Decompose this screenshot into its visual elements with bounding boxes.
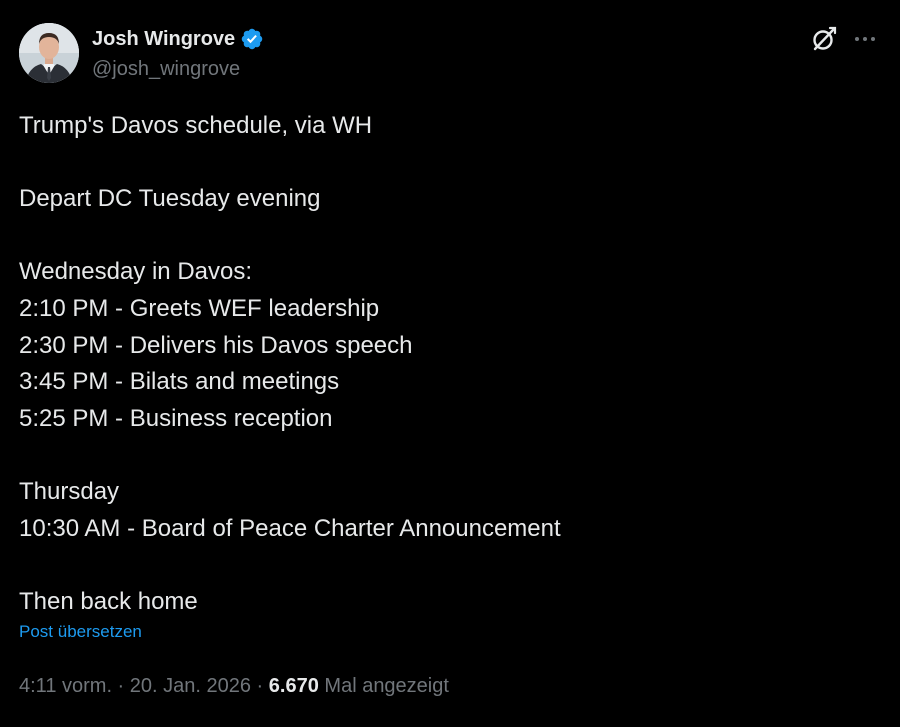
tweet-line: 2:10 PM - Greets WEF leadership — [19, 294, 380, 322]
verified-badge-icon[interactable] — [240, 27, 264, 51]
tweet-line: 3:45 PM - Bilats and meetings — [19, 368, 340, 396]
tweet-line: 10:30 AM - Board of Peace Charter Announ… — [19, 514, 561, 542]
avatar[interactable] — [19, 23, 79, 83]
post-date[interactable]: 20. Jan. 2026 — [130, 675, 251, 697]
tweet-line: Depart DC Tuesday evening — [19, 185, 321, 213]
tweet-line: Trump's Davos schedule, via WH — [19, 112, 373, 139]
tweet-line: Then back home — [19, 587, 198, 615]
tweet-meta: 4:11 vorm. · 20. Jan. 2026 · 6.670 Mal a… — [19, 675, 449, 698]
more-options-icon[interactable] — [852, 28, 878, 50]
tweet-line: Wednesday in Davos: — [19, 258, 253, 286]
grok-icon[interactable] — [810, 25, 838, 53]
tweet-line: 2:30 PM - Delivers his Davos speech — [19, 331, 413, 359]
meta-separator: · — [251, 675, 269, 697]
handle[interactable]: @josh_wingrove — [92, 58, 240, 81]
views-count[interactable]: 6.670 — [269, 675, 319, 697]
name-row: Josh Wingrove — [92, 27, 264, 51]
meta-separator: · — [112, 675, 130, 697]
views-label[interactable]: Mal angezeigt — [324, 675, 449, 697]
profile-photo-icon — [19, 23, 79, 83]
tweet-card: Josh Wingrove @josh_wingrove Trump's Dav… — [0, 0, 900, 727]
tweet-line: 5:25 PM - Business reception — [19, 404, 333, 432]
translate-post-link[interactable]: Post übersetzen — [19, 622, 142, 642]
display-name[interactable]: Josh Wingrove — [92, 28, 235, 51]
post-time[interactable]: 4:11 vorm. — [19, 675, 112, 697]
tweet-line: Thursday — [19, 477, 120, 505]
tweet-text: Trump's Davos schedule, via WH Depart DC… — [19, 108, 879, 620]
